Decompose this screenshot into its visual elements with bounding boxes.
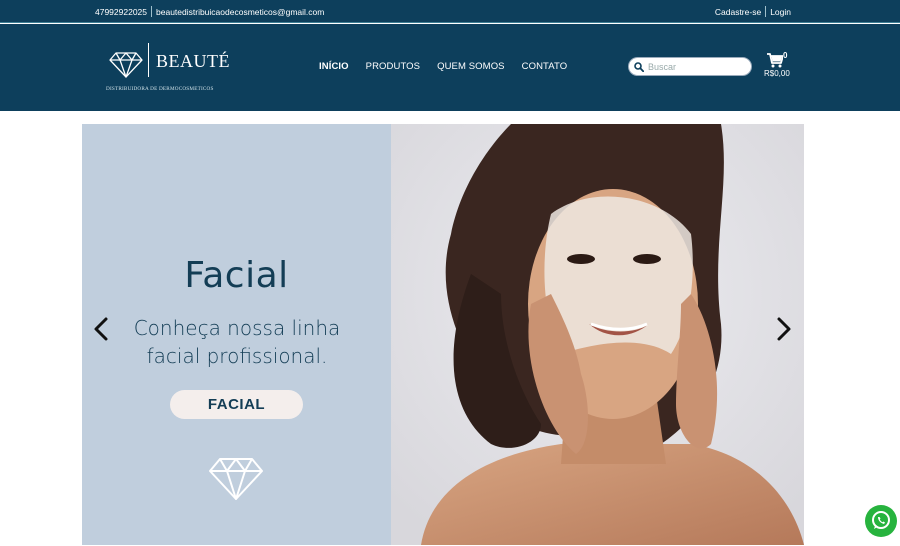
main-nav: INÍCIO PRODUTOS QUEM SOMOS CONTATO bbox=[319, 61, 584, 72]
contact-info: 47992922025 beautedistribuicaodecosmetic… bbox=[95, 6, 324, 17]
search-box bbox=[628, 57, 752, 76]
phone-number: 47992922025 bbox=[95, 6, 148, 17]
email-link[interactable]: beautedistribuicaodecosmeticos@gmail.com bbox=[156, 7, 324, 17]
cart-count: 0 bbox=[783, 51, 788, 60]
nav-item-quem-somos[interactable]: QUEM SOMOS bbox=[437, 61, 505, 72]
signup-link[interactable]: Cadastre-se bbox=[715, 7, 761, 17]
banner-photo-woman-facial bbox=[391, 124, 804, 545]
logo-divider bbox=[148, 43, 149, 77]
divider bbox=[151, 6, 153, 17]
login-link[interactable]: Login bbox=[770, 7, 791, 17]
chevron-right-icon[interactable] bbox=[775, 316, 793, 342]
cart-icon bbox=[767, 53, 783, 68]
banner-subtitle: Conheça nossa linha facial profissional. bbox=[133, 316, 341, 368]
nav-item-produtos[interactable]: PRODUTOS bbox=[366, 61, 420, 72]
brand-tagline: DISTRIBUIDORA DE DERMOCOSMETICOS bbox=[106, 86, 214, 92]
divider bbox=[765, 6, 767, 17]
account-links: Cadastre-se Login bbox=[715, 6, 791, 17]
banner-text-panel: Facial Conheça nossa linha facial profis… bbox=[82, 124, 391, 545]
cart-button[interactable]: 0 R$0,00 bbox=[764, 51, 794, 81]
top-bar: 47992922025 beautedistribuicaodecosmetic… bbox=[0, 0, 900, 23]
woman-facial-image bbox=[391, 124, 804, 545]
diamond-logo-icon bbox=[109, 52, 143, 78]
search-icon[interactable] bbox=[634, 62, 644, 72]
banner-title: Facial bbox=[184, 255, 289, 296]
diamond-icon bbox=[209, 458, 263, 500]
main-header: BEAUTÉ DISTRIBUIDORA DE DERMOCOSMETICOS … bbox=[0, 24, 900, 111]
cart-total: R$0,00 bbox=[764, 69, 790, 78]
brand-name: BEAUTÉ bbox=[156, 51, 230, 71]
brand-logo[interactable]: BEAUTÉ DISTRIBUIDORA DE DERMOCOSMETICOS bbox=[104, 41, 230, 96]
nav-item-contato[interactable]: CONTATO bbox=[522, 61, 568, 72]
whatsapp-icon bbox=[872, 511, 890, 529]
facial-button[interactable]: FACIAL bbox=[170, 390, 303, 419]
whatsapp-button[interactable] bbox=[865, 505, 897, 537]
chevron-left-icon[interactable] bbox=[92, 316, 110, 342]
hero-banner: Facial Conheça nossa linha facial profis… bbox=[82, 124, 804, 545]
search-input[interactable] bbox=[648, 60, 748, 74]
nav-item-inicio[interactable]: INÍCIO bbox=[319, 61, 349, 72]
